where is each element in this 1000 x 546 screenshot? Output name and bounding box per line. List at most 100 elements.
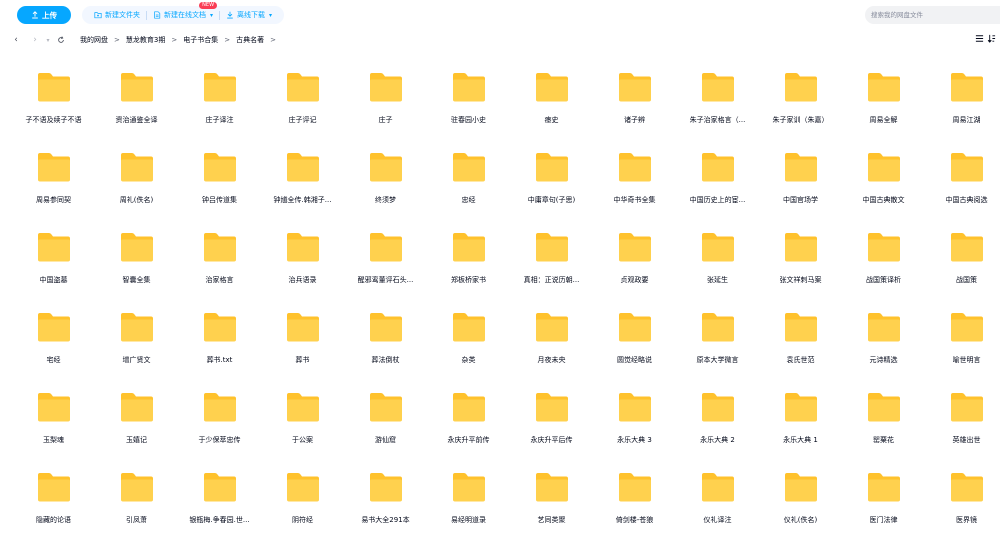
folder-item[interactable]: 朱子治家格言（... <box>676 53 759 133</box>
folder-item[interactable]: 子不语及续子不语 <box>12 53 95 133</box>
folder-name: 增广贤文 <box>122 356 151 364</box>
folder-name: 瘗史 <box>544 116 559 124</box>
forward-icon[interactable]: › <box>29 33 41 47</box>
folder-item[interactable]: 醒邪鸾董评石头... <box>344 213 427 293</box>
folder-item[interactable]: 治兵语录 <box>261 213 344 293</box>
folder-item[interactable]: 智囊全集 <box>95 213 178 293</box>
folder-item[interactable]: 倚剑楼-苍狼 <box>593 453 676 533</box>
folder-icon <box>121 313 153 342</box>
folder-icon <box>702 313 734 342</box>
folder-item[interactable]: 艺同类聚 <box>510 453 593 533</box>
folder-item[interactable]: 隐藏的论语 <box>12 453 95 533</box>
folder-item[interactable]: 葬书.txt <box>178 293 261 373</box>
folder-item[interactable]: 永庆升平前传 <box>427 373 510 453</box>
folder-item[interactable]: 中国历史上的宦... <box>676 133 759 213</box>
back-icon[interactable]: ‹ <box>10 33 22 47</box>
folder-name: 醒邪鸾董评石头... <box>357 276 414 284</box>
folder-item[interactable]: 周易全解 <box>842 53 925 133</box>
folder-item[interactable]: 庄子评记 <box>261 53 344 133</box>
folder-item[interactable]: 钟馗全传.韩湘子... <box>261 133 344 213</box>
folder-item[interactable]: 引凤萧 <box>95 453 178 533</box>
folder-item[interactable]: 张延生 <box>676 213 759 293</box>
folder-icon <box>536 393 568 422</box>
folder-item[interactable]: 葬法倒杖 <box>344 293 427 373</box>
folder-item[interactable]: 于公案 <box>261 373 344 453</box>
folder-item[interactable]: 仪礼(佚名) <box>759 453 842 533</box>
folder-item[interactable]: 真相：正说历朝... <box>510 213 593 293</box>
offline-download-button[interactable]: 离线下载 ▾ <box>220 10 278 20</box>
breadcrumb: 我的网盘 > 慧龙教育3期 > 电子书合集 > 古典名著 > <box>80 35 282 45</box>
folder-item[interactable]: 游仙窟 <box>344 373 427 453</box>
folder-item[interactable]: 郑板桥家书 <box>427 213 510 293</box>
folder-item[interactable]: 玉嬉记 <box>95 373 178 453</box>
folder-item[interactable]: 增广贤文 <box>95 293 178 373</box>
folder-icon <box>121 393 153 422</box>
file-grid: 子不语及续子不语 资治通鉴全译 庄子译注 庄子评记 庄子 驻春园小史 瘗史 诸子辨 朱子治家格言… <box>0 50 1000 546</box>
folder-item[interactable]: 钟吕传道集 <box>178 133 261 213</box>
new-folder-button[interactable]: 新建文件夹 <box>88 10 146 20</box>
folder-item[interactable]: 玉梨魂 <box>12 373 95 453</box>
folder-item[interactable]: 圆觉经略说 <box>593 293 676 373</box>
breadcrumb-item[interactable]: 古典名著 <box>236 35 264 45</box>
folder-item[interactable]: 杂类 <box>427 293 510 373</box>
upload-button[interactable]: 上传 <box>17 6 71 24</box>
folder-item[interactable]: 医界镜 <box>925 453 1000 533</box>
breadcrumb-item[interactable]: 电子书合集 <box>183 35 218 45</box>
new-online-doc-button[interactable]: 新建在线文档 ▾ NEW <box>147 2 219 20</box>
folder-item[interactable]: 原本大学微言 <box>676 293 759 373</box>
folder-item[interactable]: 中庸章句(子思) <box>510 133 593 213</box>
folder-item[interactable]: 葬书 <box>261 293 344 373</box>
folder-item[interactable]: 中国盗墓 <box>12 213 95 293</box>
folder-item[interactable]: 中国官场学 <box>759 133 842 213</box>
folder-item[interactable]: 永乐大典 1 <box>759 373 842 453</box>
folder-item[interactable]: 宅经 <box>12 293 95 373</box>
refresh-icon[interactable] <box>55 33 67 47</box>
folder-item[interactable]: 永乐大典 2 <box>676 373 759 453</box>
folder-icon <box>868 393 900 422</box>
folder-item[interactable]: 治家格言 <box>178 213 261 293</box>
folder-item[interactable]: 中国古典阅选 <box>925 133 1000 213</box>
folder-item[interactable]: 驻春园小史 <box>427 53 510 133</box>
folder-item[interactable]: 周易江湖 <box>925 53 1000 133</box>
folder-item[interactable]: 阴符经 <box>261 453 344 533</box>
sort-icon[interactable] <box>987 34 996 43</box>
search-input[interactable] <box>871 11 981 19</box>
folder-item[interactable]: 英雄出世 <box>925 373 1000 453</box>
folder-item[interactable]: 月夜未央 <box>510 293 593 373</box>
folder-item[interactable]: 仪礼译注 <box>676 453 759 533</box>
folder-item[interactable]: 终须梦 <box>344 133 427 213</box>
folder-item[interactable]: 周易参同契 <box>12 133 95 213</box>
folder-item[interactable]: 于少保萃忠传 <box>178 373 261 453</box>
folder-item[interactable]: 易经明道录 <box>427 453 510 533</box>
folder-item[interactable]: 战国策 <box>925 213 1000 293</box>
folder-item[interactable]: 诸子辨 <box>593 53 676 133</box>
breadcrumb-item[interactable]: 我的网盘 <box>80 35 108 45</box>
folder-item[interactable]: 战国策译析 <box>842 213 925 293</box>
folder-item[interactable]: 易书大全291本 <box>344 453 427 533</box>
folder-icon <box>536 233 568 262</box>
folder-item[interactable]: 资治通鉴全译 <box>95 53 178 133</box>
folder-item[interactable]: 永庆升平后传 <box>510 373 593 453</box>
folder-item[interactable]: 庄子 <box>344 53 427 133</box>
folder-item[interactable]: 庄子译注 <box>178 53 261 133</box>
folder-item[interactable]: 中华奇书全集 <box>593 133 676 213</box>
folder-item[interactable]: 贞观政要 <box>593 213 676 293</box>
folder-item[interactable]: 永乐大典 3 <box>593 373 676 453</box>
folder-item[interactable]: 喻世明言 <box>925 293 1000 373</box>
folder-item[interactable]: 中国古典散文 <box>842 133 925 213</box>
folder-item[interactable]: 罂粟花 <box>842 373 925 453</box>
list-view-icon[interactable] <box>975 34 984 43</box>
folder-item[interactable]: 瘗史 <box>510 53 593 133</box>
folder-item[interactable]: 银瓶梅.争春园.世... <box>178 453 261 533</box>
folder-name: 庄子 <box>378 116 393 124</box>
folder-item[interactable]: 元诗精选 <box>842 293 925 373</box>
folder-item[interactable]: 张文祥刺马案 <box>759 213 842 293</box>
folder-item[interactable]: 忠经 <box>427 133 510 213</box>
folder-item[interactable]: 周礼(佚名) <box>95 133 178 213</box>
folder-item[interactable]: 医门法律 <box>842 453 925 533</box>
folder-name: 圆觉经略说 <box>617 356 652 364</box>
folder-item[interactable]: 朱子家训（朱嘉） <box>759 53 842 133</box>
history-dropdown-icon[interactable]: ▾ <box>42 33 54 47</box>
folder-item[interactable]: 袁氏世范 <box>759 293 842 373</box>
breadcrumb-item[interactable]: 慧龙教育3期 <box>126 35 165 45</box>
